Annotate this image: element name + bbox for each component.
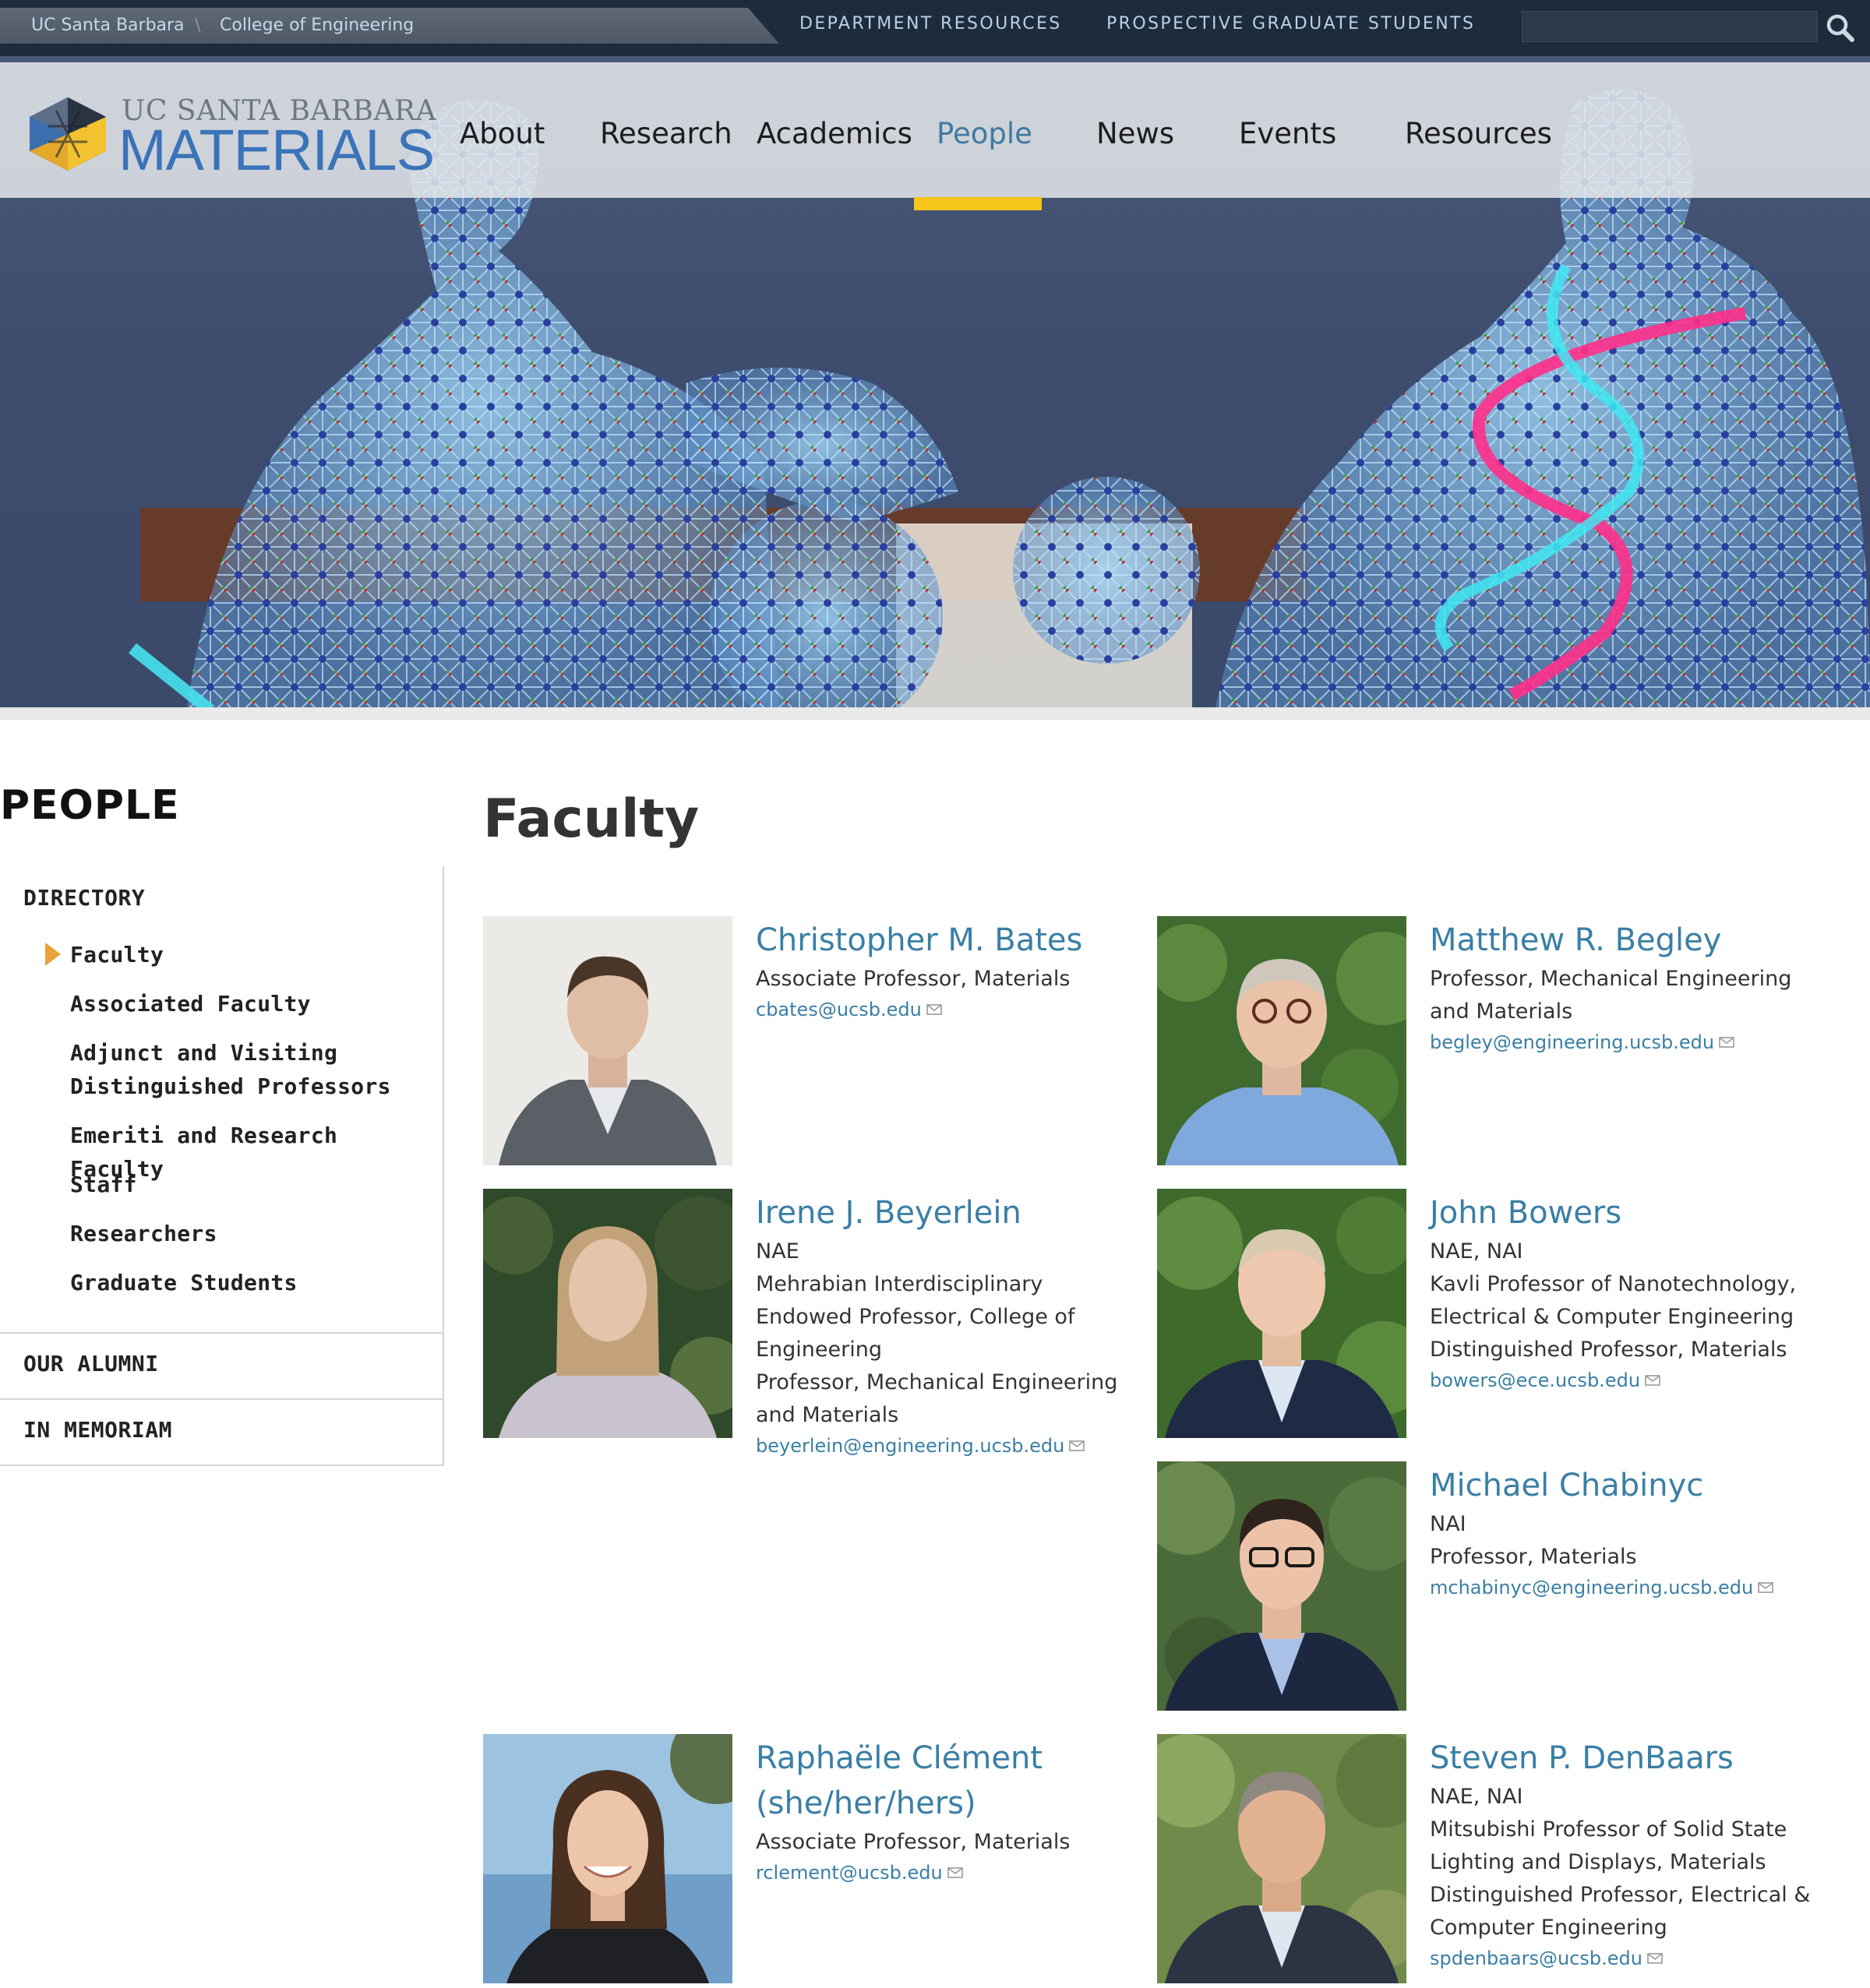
breadcrumb: UC Santa Barbara \ College of Engineerin… xyxy=(0,8,779,44)
crumb-separator: \ xyxy=(195,16,201,35)
nav-events[interactable]: Events xyxy=(1239,117,1336,150)
faculty-photo[interactable] xyxy=(1157,1461,1406,1711)
main-navigation: UC SANTA BARBARA MATERIALS About Researc… xyxy=(0,62,1870,198)
sidebar-divider xyxy=(0,1398,444,1400)
sidebar-section-directory[interactable]: DIRECTORY xyxy=(23,885,145,911)
sidebar-item-graduate-students[interactable]: Graduate Students xyxy=(70,1266,298,1299)
nav-academics[interactable]: Academics xyxy=(757,117,912,150)
active-nav-indicator xyxy=(914,197,1042,210)
faculty-name[interactable]: Irene J. Beyerlein xyxy=(756,1190,1130,1235)
nav-research[interactable]: Research xyxy=(600,117,732,150)
faculty-title: NAI xyxy=(1430,1512,1466,1536)
mail-icon xyxy=(1719,1037,1734,1048)
faculty-title: Associate Professor, Materials xyxy=(756,967,1071,991)
faculty-title: Distinguished Professor, Electrical & xyxy=(1430,1883,1811,1907)
hero-bottom-strip xyxy=(0,707,1870,720)
faculty-email[interactable]: mchabinyc@engineering.ucsb.edu xyxy=(1430,1574,1753,1602)
faculty-photo[interactable] xyxy=(1157,1734,1406,1983)
faculty-name[interactable]: Matthew R. Begley xyxy=(1430,918,1804,963)
faculty-name[interactable]: Steven P. DenBaars xyxy=(1430,1736,1819,1781)
faculty-title: Professor, Mechanical Engineering xyxy=(756,1370,1118,1394)
faculty-title: Associate Professor, Materials xyxy=(756,1830,1071,1854)
sidebar-divider xyxy=(0,1332,444,1334)
faculty-email[interactable]: rclement@ucsb.edu xyxy=(756,1859,943,1887)
faculty-email[interactable]: begley@engineering.ucsb.edu xyxy=(1430,1028,1714,1056)
faculty-email[interactable]: beyerlein@engineering.ucsb.edu xyxy=(756,1432,1064,1460)
faculty-title: Electrical & Computer Engineering xyxy=(1430,1305,1794,1329)
sidebar-item-researchers[interactable]: Researchers xyxy=(70,1217,217,1250)
faculty-title: Computer Engineering xyxy=(1430,1916,1667,1940)
faculty-title: and Materials xyxy=(1430,999,1573,1024)
faculty-photo[interactable] xyxy=(1157,1189,1406,1438)
faculty-name[interactable]: John Bowers xyxy=(1430,1190,1804,1235)
faculty-title: Professor, Materials xyxy=(1430,1545,1637,1569)
sidebar-item-associated-faculty[interactable]: Associated Faculty xyxy=(70,987,311,1020)
mail-icon xyxy=(926,1004,942,1015)
faculty-photo[interactable] xyxy=(483,1189,732,1438)
nav-people[interactable]: People xyxy=(937,117,1032,150)
sidebar-nav: DIRECTORY Faculty Associated Faculty Adj… xyxy=(0,866,444,1466)
faculty-name[interactable]: Christopher M. Bates xyxy=(756,918,1130,963)
faculty-title: Mitsubishi Professor of Solid State xyxy=(1430,1817,1787,1842)
faculty-title: NAE, NAI xyxy=(1430,1785,1523,1809)
site-logo[interactable]: UC SANTA BARBARA MATERIALS xyxy=(25,95,436,181)
crumb-coe-link[interactable]: College of Engineering xyxy=(220,16,414,35)
faculty-name[interactable]: Raphaële Clément xyxy=(756,1736,1130,1781)
faculty-title: Kavli Professor of Nanotechnology, xyxy=(1430,1272,1797,1296)
current-page-marker-icon xyxy=(45,943,61,966)
utility-bar: UC Santa Barbara \ College of Engineerin… xyxy=(0,0,1870,56)
mail-icon xyxy=(1647,1953,1663,1964)
faculty-title: Engineering xyxy=(756,1338,882,1362)
crumb-ucsb-link[interactable]: UC Santa Barbara xyxy=(31,16,185,35)
mail-icon xyxy=(947,1867,963,1878)
sidebar-title: PEOPLE xyxy=(0,782,180,829)
sidebar-item-faculty[interactable]: Faculty xyxy=(70,938,164,971)
logo-text-materials: MATERIALS xyxy=(118,118,435,182)
search-icon[interactable] xyxy=(1823,11,1858,45)
faculty-pronouns[interactable]: (she/her/hers) xyxy=(756,1781,1130,1826)
faculty-name[interactable]: Michael Chabinyc xyxy=(1430,1463,1804,1508)
nav-resources[interactable]: Resources xyxy=(1405,117,1552,150)
sidebar-divider xyxy=(0,1465,444,1466)
faculty-email[interactable]: spdenbaars@ucsb.edu xyxy=(1430,1944,1642,1972)
sidebar-item-staff[interactable]: Staff xyxy=(70,1168,137,1201)
faculty-photo[interactable] xyxy=(483,1734,732,1983)
mail-icon xyxy=(1758,1582,1774,1593)
logo-hexagon-icon xyxy=(30,97,106,171)
nav-news[interactable]: News xyxy=(1096,117,1174,150)
mail-icon xyxy=(1645,1375,1660,1386)
faculty-title: Professor, Mechanical Engineering xyxy=(1430,967,1792,991)
faculty-title: Distinguished Professor, Materials xyxy=(1430,1338,1787,1362)
faculty-title: Endowed Professor, College of xyxy=(756,1305,1075,1329)
faculty-title: Lighting and Displays, Materials xyxy=(1430,1850,1766,1874)
search-input[interactable] xyxy=(1522,11,1818,42)
sidebar-section-alumni[interactable]: OUR ALUMNI xyxy=(23,1351,159,1376)
department-resources-link[interactable]: DEPARTMENT RESOURCES xyxy=(799,14,1062,33)
faculty-title: NAE xyxy=(756,1239,799,1264)
faculty-email[interactable]: cbates@ucsb.edu xyxy=(756,996,922,1024)
page-title: Faculty xyxy=(483,788,700,850)
nav-about[interactable]: About xyxy=(460,117,545,150)
prospective-grad-students-link[interactable]: PROSPECTIVE GRADUATE STUDENTS xyxy=(1106,14,1475,33)
sidebar-section-memoriam[interactable]: IN MEMORIAM xyxy=(23,1417,172,1443)
mail-icon xyxy=(1069,1440,1085,1451)
faculty-title: NAE, NAI xyxy=(1430,1239,1523,1264)
faculty-title: Mehrabian Interdisciplinary xyxy=(756,1272,1043,1296)
faculty-photo[interactable] xyxy=(483,916,732,1165)
faculty-photo[interactable] xyxy=(1157,916,1406,1165)
faculty-email[interactable]: bowers@ece.ucsb.edu xyxy=(1430,1366,1640,1394)
faculty-title: and Materials xyxy=(756,1403,899,1427)
sidebar-item-adjunct-visiting[interactable]: Adjunct and Visiting Distinguished Profe… xyxy=(70,1036,436,1103)
